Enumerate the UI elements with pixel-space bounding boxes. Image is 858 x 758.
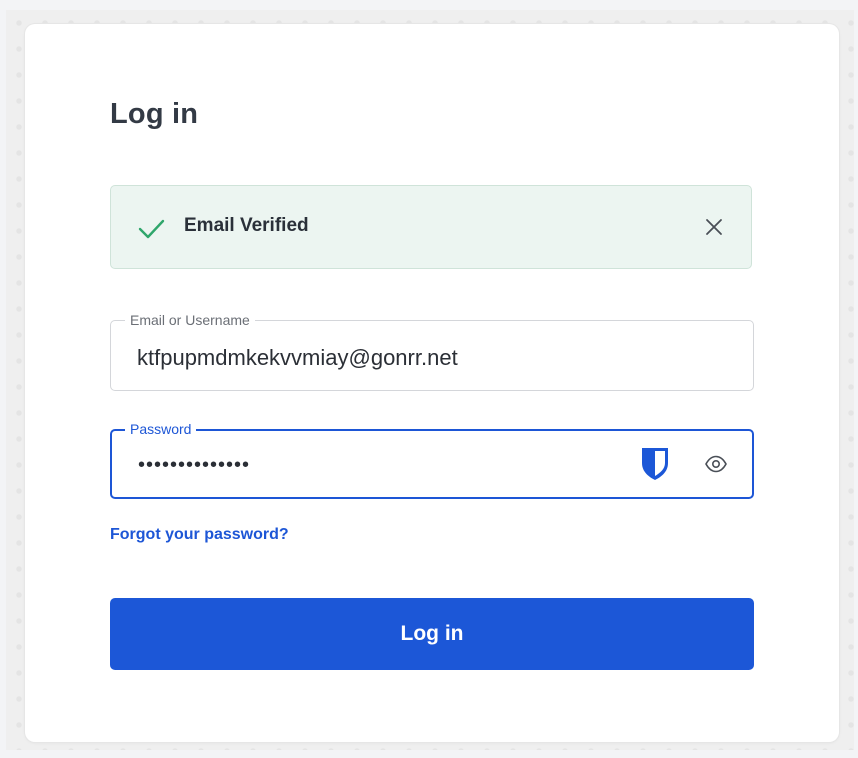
login-card: Log in Email Verified Email or Username … [25,24,839,742]
email-field: Email or Username [110,312,754,391]
success-alert: Email Verified [110,185,752,269]
password-field: Password [110,421,754,499]
close-icon[interactable] [701,214,727,240]
email-input[interactable] [111,321,753,390]
alert-message: Email Verified [184,215,309,236]
bitwarden-shield-icon[interactable] [640,446,670,482]
password-input[interactable] [112,431,612,497]
login-button[interactable]: Log in [110,598,754,670]
page-title: Log in [110,98,199,130]
eye-icon[interactable] [704,453,728,475]
forgot-password-link[interactable]: Forgot your password? [110,526,289,544]
check-icon [138,219,165,239]
